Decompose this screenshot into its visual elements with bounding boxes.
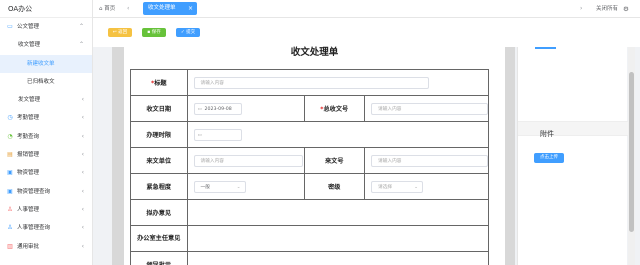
chevron-left-icon: ‹ [81, 187, 84, 195]
sidebar-item-document-management[interactable]: ▭ 公文管理 ⌃ [0, 18, 92, 36]
receive-form-table: *标题 请输入内容 收文日期 ▭ 2023-09-08 *总收文号 请输入内容 [130, 69, 490, 265]
attachment-panel: 附件 点击上传 [517, 47, 628, 265]
chevron-down-icon: ⌄ [236, 184, 241, 190]
label-subject: *标题 [130, 69, 188, 96]
close-icon[interactable]: × [188, 2, 193, 15]
submit-button[interactable]: ✓ 提交 [176, 28, 200, 37]
clock-icon: ◷ [7, 114, 13, 122]
table-row: 办公室主任意见 [130, 225, 490, 252]
sidebar-item-personnel-query[interactable]: ♙ 人事管理查询 ‹ [0, 219, 92, 237]
panel-divider [518, 121, 628, 136]
calendar-icon: ▭ [197, 106, 202, 112]
sidebar-item-receive-management[interactable]: 收文管理 ⌃ [0, 36, 92, 54]
label-director-opinion: 办公室主任意见 [130, 225, 188, 252]
label-draft-opinion: 拟办意见 [130, 199, 188, 226]
receipt-icon: ▤ [7, 151, 13, 159]
sidebar-item-materials-query[interactable]: ▣ 物资管理查询 ‹ [0, 183, 92, 201]
label-leader-instruction: 领导批示 [130, 251, 188, 265]
table-row: 拟办意见 [130, 199, 490, 226]
app-title: OA办公 [0, 0, 92, 18]
person-search-icon: ♙ [7, 224, 13, 232]
subject-input[interactable]: 请输入内容 [193, 76, 429, 89]
draft-opinion-field[interactable] [186, 199, 490, 226]
chevron-left-icon: ‹ [81, 151, 84, 159]
table-row: *标题 请输入内容 [130, 69, 490, 96]
urgency-select[interactable]: 一般 ⌄ [193, 180, 246, 193]
table-row: 办理时限 ▭ [130, 121, 490, 148]
label-urgency: 紧急程度 [130, 173, 188, 200]
sidebar-item-attendance-query[interactable]: ◔ 考勤查询 ‹ [0, 128, 92, 146]
chevron-up-icon: ⌃ [78, 41, 84, 49]
sidebar-item-personnel[interactable]: ♙ 人事管理 ‹ [0, 201, 92, 219]
approval-icon: ▥ [7, 242, 13, 250]
sidebar-item-new-receive-form[interactable]: 新建收文单 [0, 54, 92, 73]
box-search-icon: ▣ [7, 187, 13, 195]
receive-date-picker[interactable]: ▭ 2023-09-08 [193, 102, 242, 115]
sidebar-item-send-management[interactable]: 发文管理 ‹ [0, 91, 92, 109]
secret-level-select[interactable]: 请选择 ⌄ [371, 180, 423, 193]
table-row: 来文单位 请输入内容 来文号 请输入内容 [130, 147, 489, 174]
upload-button[interactable]: 点击上传 [534, 153, 564, 163]
tab-home[interactable]: ⌂ 首页 [99, 4, 115, 14]
label-source-no: 来文号 [303, 147, 365, 174]
form-title: 收文处理单 [290, 47, 339, 58]
back-button[interactable]: ↩ 返回 [108, 28, 132, 37]
sidebar-item-archived-receive[interactable]: 已归档收文 [0, 73, 92, 91]
gear-icon[interactable]: ⚙ [623, 4, 629, 14]
chevron-left-icon: ‹ [81, 132, 84, 140]
chevron-left-icon: ‹ [81, 205, 84, 213]
save-icon: ▪ [147, 30, 151, 35]
check-icon: ✓ [180, 30, 185, 35]
document-icon: ▭ [7, 23, 13, 30]
sidebar-item-general-approval[interactable]: ▥ 通用审批 ‹ [0, 238, 92, 256]
tab-indicator [535, 47, 556, 49]
label-receive-date: 收文日期 [130, 95, 188, 122]
label-source-unit: 来文单位 [130, 147, 188, 174]
scrollbar-thumb[interactable] [629, 72, 634, 232]
tab-scroll-left-icon[interactable]: ‹ [127, 4, 129, 14]
calendar-search-icon: ◔ [7, 132, 13, 140]
document-paper: 收文处理单 *标题 请输入内容 收文日期 ▭ 2023-09-08 *总收文号 … [124, 47, 505, 265]
sidebar-item-materials[interactable]: ▣ 物资管理 ‹ [0, 164, 92, 182]
back-icon: ↩ [112, 30, 117, 35]
tab-receive-form[interactable]: 收文处理单 × [143, 2, 197, 15]
close-all-tabs-button[interactable]: 关闭所有 [596, 4, 618, 14]
source-unit-input[interactable]: 请输入内容 [193, 154, 303, 167]
sidebar-item-reimbursement[interactable]: ▤ 报销管理 ‹ [0, 146, 92, 164]
label-total-no: *总收文号 [303, 95, 365, 122]
save-button[interactable]: ▪ 保存 [142, 28, 166, 37]
box-icon: ▣ [7, 169, 13, 177]
label-secret-level: 密级 [303, 173, 365, 200]
chevron-left-icon: ‹ [81, 169, 84, 177]
tab-bar: ⌂ 首页 ‹ 收文处理单 × › 关闭所有 ⚙ [93, 0, 640, 18]
attachment-title: 附件 [540, 130, 554, 138]
table-row: 紧急程度 一般 ⌄ 密级 请选择 ⌄ [130, 173, 489, 200]
calendar-icon: ▭ [197, 132, 202, 138]
total-no-input[interactable]: 请输入内容 [371, 102, 488, 115]
person-icon: ♙ [7, 205, 13, 213]
chevron-left-icon: ‹ [81, 96, 84, 104]
chevron-left-icon: ‹ [81, 114, 84, 122]
chevron-left-icon: ‹ [81, 242, 84, 250]
director-opinion-field[interactable] [186, 225, 490, 252]
chevron-up-icon: ⌃ [78, 23, 84, 30]
table-row: 收文日期 ▭ 2023-09-08 *总收文号 请输入内容 [130, 95, 489, 122]
label-deadline: 办理时限 [130, 121, 188, 148]
chevron-down-icon: ⌄ [414, 184, 418, 190]
source-no-input[interactable]: 请输入内容 [371, 154, 488, 167]
sidebar: OA办公 ▭ 公文管理 ⌃ 收文管理 ⌃ 新建收文单 已归档收文 发文管理 ‹ … [0, 0, 93, 265]
deadline-date-picker[interactable]: ▭ [193, 128, 242, 141]
sidebar-item-attendance[interactable]: ◷ 考勤管理 ‹ [0, 109, 92, 127]
toolbar: ↩ 返回 ▪ 保存 ✓ 提交 [93, 18, 640, 47]
leader-instruction-field[interactable] [186, 251, 490, 265]
chevron-left-icon: ‹ [81, 224, 84, 232]
home-icon: ⌂ [99, 6, 103, 12]
table-row: 领导批示 [130, 251, 490, 265]
tab-scroll-right-icon[interactable]: › [580, 4, 582, 14]
